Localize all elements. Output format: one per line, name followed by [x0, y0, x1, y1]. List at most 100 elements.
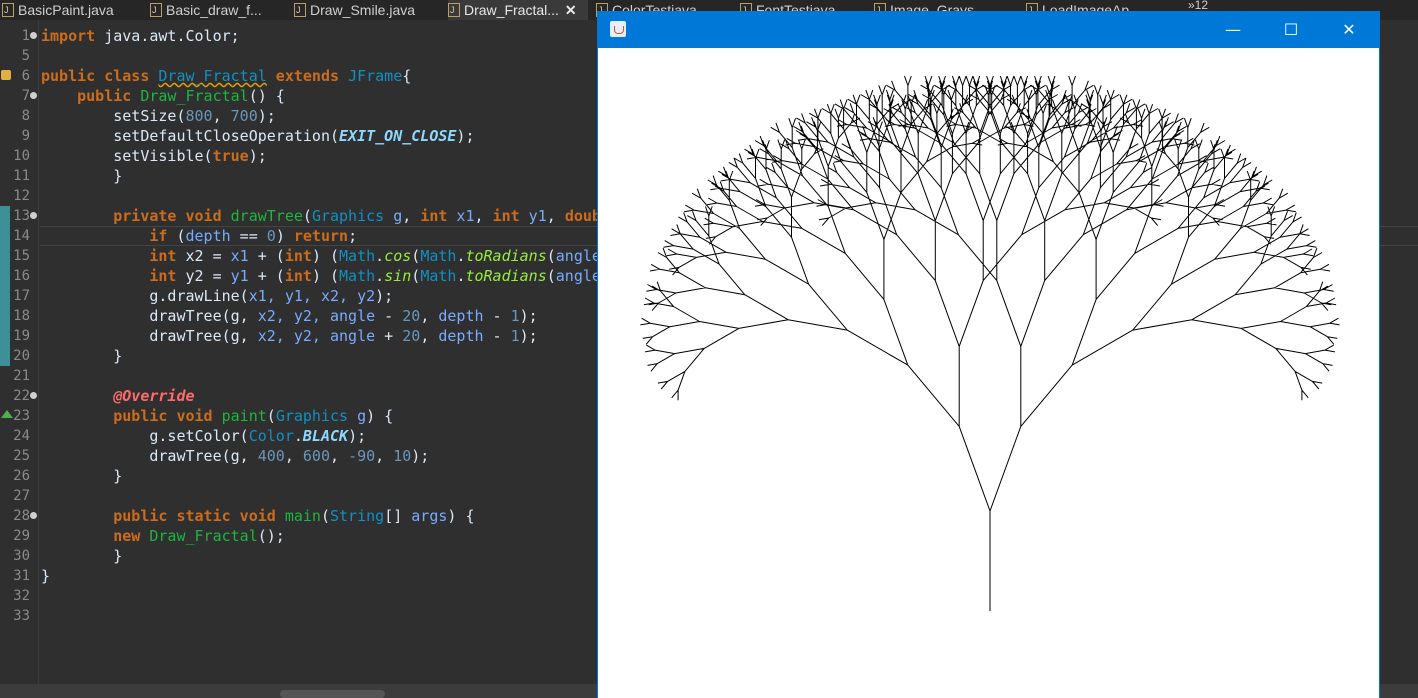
parameter: x1	[447, 207, 475, 225]
window-title-bar[interactable]: — ☐ ✕	[598, 11, 1379, 48]
code-text: ,	[330, 447, 349, 465]
close-window-button[interactable]: ✕	[1326, 11, 1372, 48]
line-number: 17	[13, 288, 30, 304]
code-line: drawTree(g, 400, 600, -90, 10);	[41, 446, 429, 466]
tab-label: Basic_draw_f...	[166, 2, 262, 18]
code-line: public static void main(String[] args) {	[41, 506, 474, 526]
keyword: int	[284, 247, 312, 265]
code-text: -	[483, 307, 511, 325]
line-number: 32	[13, 588, 30, 604]
collapse-fold-icon[interactable]	[30, 92, 37, 99]
collapse-fold-icon[interactable]	[30, 512, 37, 519]
code-text: .	[375, 267, 385, 285]
keyword: true	[212, 147, 249, 165]
number: 700	[230, 107, 258, 125]
code-text: );	[375, 287, 394, 305]
line-number: 12	[13, 188, 30, 204]
line-number: 19	[13, 328, 30, 344]
parameter: args	[411, 507, 448, 525]
override-icon[interactable]	[1, 410, 13, 418]
line-number: 21	[13, 368, 30, 384]
expand-fold-icon[interactable]	[30, 32, 37, 39]
keyword: int	[492, 207, 520, 225]
line-number: 29	[13, 528, 30, 544]
keyword: new	[41, 527, 150, 545]
line-number: 13	[13, 208, 30, 224]
code-text: + (	[248, 247, 285, 265]
close-tab-icon[interactable]: ✕	[565, 2, 577, 18]
number: 600	[302, 447, 330, 465]
code-text: (	[320, 507, 330, 525]
type-name: JFrame	[348, 67, 403, 85]
code-line: public class Draw_Fractal extends JFrame…	[41, 66, 411, 86]
code-text: ,	[284, 447, 303, 465]
code-text: drawTree(g,	[41, 447, 258, 465]
keyword: int	[284, 267, 312, 285]
code-text: +	[375, 327, 403, 345]
code-line: import java.awt.Color;	[41, 26, 240, 46]
parameter: depth	[438, 307, 484, 325]
parameter: x2, y2, angle	[257, 307, 376, 325]
parameter: depth	[185, 227, 231, 245]
static-method: cos	[384, 247, 412, 265]
fractal-tree	[640, 75, 1340, 611]
code-text: (	[411, 247, 421, 265]
code-text: );	[519, 307, 538, 325]
code-line: public Draw_Fractal() {	[41, 86, 285, 106]
type-name: Graphics	[275, 407, 349, 425]
parameter: g	[384, 207, 403, 225]
keyword: if	[41, 227, 168, 245]
code-text: =	[203, 247, 231, 265]
collapse-fold-icon[interactable]	[30, 212, 37, 219]
class-name: Draw_Fractal	[158, 67, 267, 85]
code-text: );	[519, 327, 538, 345]
type-name: String	[330, 507, 385, 525]
code-text: );	[411, 447, 430, 465]
tab-basic-draw[interactable]: Basic_draw_f...	[150, 0, 262, 20]
line-number: 18	[13, 308, 30, 324]
parameter: y1	[230, 267, 249, 285]
keyword: public static void	[41, 507, 285, 525]
code-text: ;	[348, 227, 358, 245]
code-line: setSize(800, 700);	[41, 106, 276, 126]
code-line: drawTree(g, x2, y2, angle + 20, depth - …	[41, 326, 538, 346]
keyword: private void	[41, 207, 231, 225]
method-name: Draw_Fractal	[149, 527, 258, 545]
warning-icon[interactable]	[1, 70, 11, 80]
minimize-button[interactable]: —	[1210, 11, 1256, 48]
horizontal-scrollbar[interactable]	[280, 690, 385, 698]
code-text: );	[348, 427, 367, 445]
keyword: public class	[41, 67, 159, 85]
static-method: toRadians	[465, 267, 547, 285]
code-text: (	[302, 207, 312, 225]
code-line: drawTree(g, x2, y2, angle - 20, depth - …	[41, 306, 538, 326]
tab-draw-smile[interactable]: Draw_Smile.java	[294, 0, 415, 20]
type-name: Math	[339, 267, 376, 285]
type-name: Graphics	[311, 207, 385, 225]
code-text: java.awt.Color;	[95, 27, 240, 45]
code-line: int x2 = x1 + (int) (Math.cos(Math.toRad…	[41, 246, 601, 266]
number: 20	[402, 307, 421, 325]
number: 400	[257, 447, 285, 465]
number: 800	[185, 107, 213, 125]
code-text: ) (	[311, 247, 340, 265]
java-file-icon	[294, 0, 306, 20]
code-text: ,	[546, 207, 565, 225]
collapse-fold-icon[interactable]	[30, 392, 37, 399]
keyword: int	[41, 267, 177, 285]
line-number: 1	[21, 28, 30, 44]
code-text: drawTree(g,	[41, 307, 258, 325]
keyword: int	[41, 247, 177, 265]
keyword: doub	[564, 207, 601, 225]
tab-label: BasicPaint.java	[18, 2, 114, 18]
java-app-window[interactable]: — ☐ ✕	[597, 11, 1380, 698]
constant: BLACK	[302, 427, 349, 445]
code-text: (	[411, 267, 421, 285]
code-text: -	[483, 327, 511, 345]
code-text: )	[275, 227, 294, 245]
number: -90	[348, 447, 376, 465]
tab-basicpaint[interactable]: BasicPaint.java	[2, 0, 114, 20]
keyword: import	[41, 27, 96, 45]
tab-draw-fractal[interactable]: Draw_Fractal... ✕	[448, 0, 588, 20]
maximize-button[interactable]: ☐	[1268, 11, 1314, 48]
